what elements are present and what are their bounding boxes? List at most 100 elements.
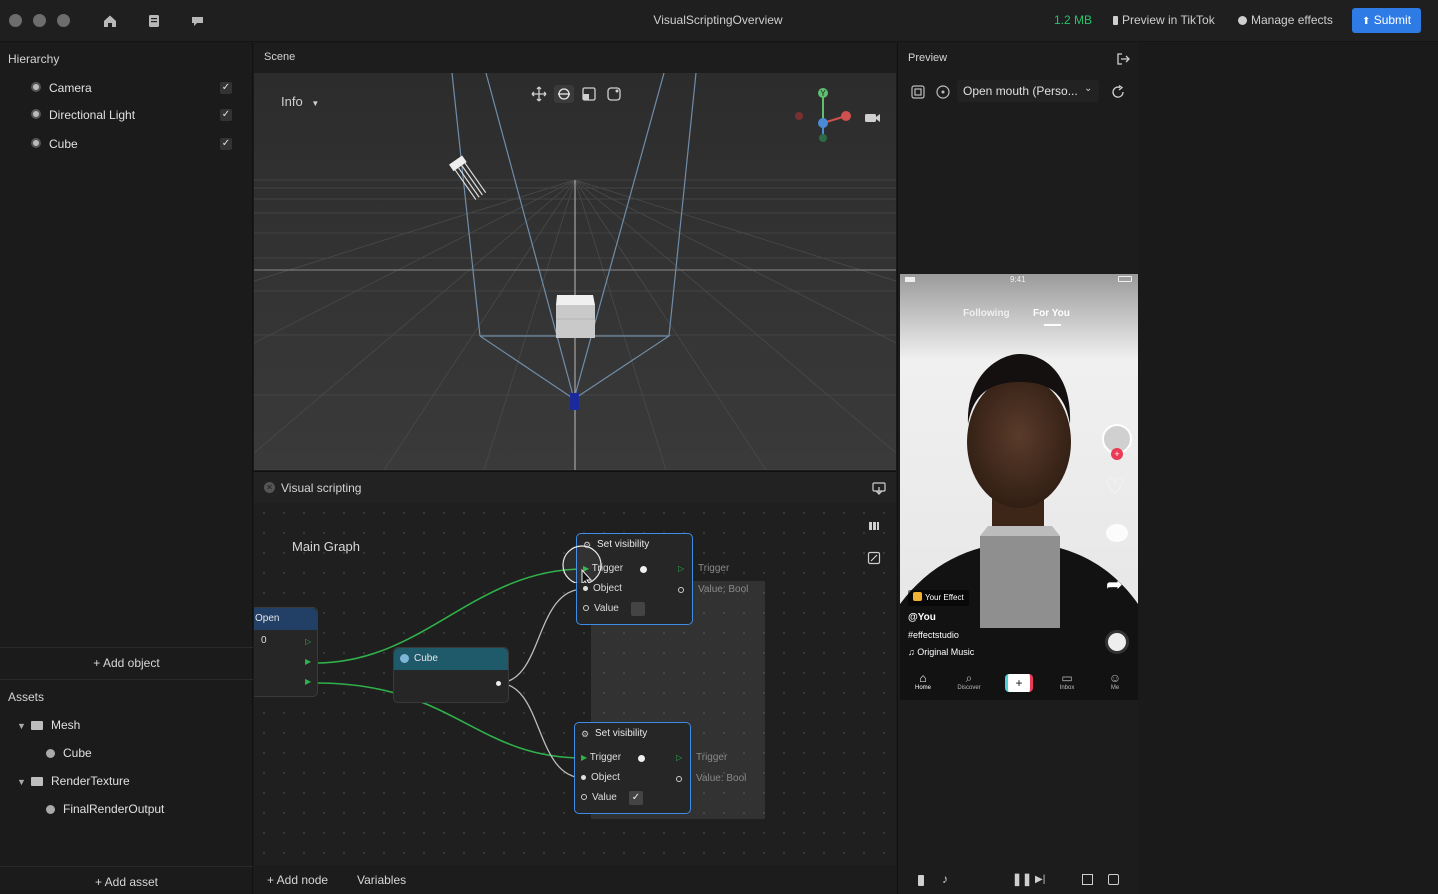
hierarchy-item-directional-light[interactable]: Directional Light ✓ [0,103,253,127]
submit-button[interactable]: ⬆ Submit [1352,8,1421,33]
asset-folder-label: Mesh [51,718,81,732]
input-port-value[interactable]: Value [581,789,617,807]
hashtag[interactable]: #effectstudio [908,630,959,640]
rotate-tool-icon[interactable] [554,85,574,103]
output-port-icon[interactable] [676,776,682,782]
document-icon[interactable] [145,12,163,30]
music-label[interactable]: ♫ Original Music [908,647,974,657]
chevron-down-icon: ⌄ [1084,83,1093,94]
orientation-gizmo[interactable]: Y [790,85,860,145]
folder-icon [31,777,43,786]
object-icon [31,82,41,92]
hierarchy-title: Hierarchy [8,52,60,66]
tab-following[interactable]: Following [963,308,1010,319]
pause-icon[interactable]: ❚❚ [1012,872,1032,886]
swap-camera-icon[interactable] [1108,874,1119,885]
device-icon[interactable] [918,875,924,886]
nav-home[interactable]: ⌂ Home [910,671,936,691]
trigger-toggle[interactable] [640,566,647,573]
add-node-button[interactable]: + Add node [267,873,328,887]
camera-object[interactable] [570,393,579,410]
cube-object[interactable] [556,295,595,338]
effect-tag[interactable]: Your Effect [908,590,969,606]
nav-discover[interactable]: ⌕ Discover [956,671,982,691]
share-icon[interactable]: ➦ [1106,572,1123,597]
minimap-icon[interactable] [868,521,880,531]
output-port-icon[interactable]: ▷ [678,564,684,573]
output-port-icon[interactable]: ▶ [305,657,311,666]
rect-tool-icon[interactable] [605,85,623,103]
nav-inbox[interactable]: ▭ Inbox [1054,671,1080,691]
node-open[interactable]: Open 0 ▷ ▶ ▶ [254,607,318,697]
camera-view-icon[interactable] [864,111,882,125]
comment-icon[interactable] [189,12,207,30]
variables-tab[interactable]: Variables [357,873,406,887]
layers-icon[interactable] [910,84,926,100]
window-minimize-button[interactable] [33,14,46,27]
comment-icon[interactable] [1106,524,1128,542]
visibility-checkbox[interactable]: ✓ [220,109,232,121]
preview-in-tiktok-button[interactable]: Preview in TikTok [1113,13,1215,27]
popout-icon[interactable] [872,481,886,495]
close-icon[interactable]: ✕ [264,482,275,493]
output-port-icon[interactable]: ▷ [305,637,311,646]
create-button[interactable]: + [1005,674,1033,692]
hierarchy-item-cube[interactable]: Cube ✓ [0,132,253,156]
home-icon[interactable] [101,12,119,30]
output-port-icon[interactable]: ▶ [305,677,311,686]
music-disc-icon[interactable] [1105,630,1129,654]
effect-dropdown[interactable]: Open mouth (Perso... ⌄ [957,80,1099,102]
input-port-value[interactable]: Value [583,600,619,618]
globe-icon [1238,16,1247,25]
value-checkbox-checked[interactable]: ✓ [629,791,643,805]
follow-plus-icon[interactable]: + [1111,448,1123,460]
scale-tool-icon[interactable] [580,85,598,103]
fit-view-icon[interactable] [867,551,881,565]
object-icon [400,654,409,663]
heart-icon[interactable]: ♡ [1105,474,1125,500]
asset-item-cube[interactable]: Cube [46,746,92,768]
move-tool-icon[interactable] [530,85,548,103]
chevron-down-icon[interactable]: ▼ [17,777,31,787]
asset-item-label: FinalRenderOutput [63,802,165,816]
trigger-toggle[interactable] [638,755,645,762]
asset-item-finalrenderoutput[interactable]: FinalRenderOutput [46,802,164,824]
phone-preview[interactable]: 9:41 Following For You + ♡ ➦ Your Effect… [900,274,1138,700]
refresh-icon[interactable] [1110,84,1126,100]
hierarchy-item-camera[interactable]: Camera ✓ [0,76,253,100]
value-checkbox[interactable] [631,602,645,616]
node-cube[interactable]: Cube [393,647,509,703]
manage-effects-button[interactable]: Manage effects [1238,13,1333,27]
output-port-icon[interactable] [678,587,684,593]
add-object-button[interactable]: + Add object [0,647,253,680]
add-asset-button[interactable]: + Add asset [0,866,253,894]
username[interactable]: @You [908,612,936,623]
visual-scripting-canvas[interactable]: Main Graph Open 0 ▷ ▶ ▶ Cube ⚙ Set visib… [254,503,896,865]
input-port-trigger[interactable]: ▶ Trigger [581,749,621,767]
output-port-icon[interactable]: ▷ [676,753,682,762]
assets-panel: Assets ▼ Mesh Cube ▼ RenderTexture FinalRe… [0,681,253,894]
port-label: Value [594,603,619,614]
chevron-down-icon[interactable]: ▼ [17,721,31,731]
node-set-visibility-2[interactable]: ⚙ Set visibility ▶ Trigger ▷ Object Valu… [574,722,691,814]
crop-icon[interactable] [1082,874,1093,885]
nav-me[interactable]: ☺ Me [1102,671,1128,691]
asset-folder-mesh[interactable]: ▼ Mesh [17,718,80,740]
step-forward-icon[interactable]: ▶| [1035,874,1045,885]
asset-folder-rendertexture[interactable]: ▼ RenderTexture [17,774,130,796]
face-icon[interactable] [935,84,951,100]
visibility-checkbox[interactable]: ✓ [220,138,232,150]
window-maximize-button[interactable] [57,14,70,27]
tiktok-icon[interactable]: ♪ [942,872,948,886]
visual-scripting-title: Visual scripting [281,481,362,495]
tab-for-you[interactable]: For You [1033,308,1070,319]
status-bar: 9:41 [900,274,1138,286]
visibility-checkbox[interactable]: ✓ [220,82,232,94]
exit-preview-icon[interactable] [1116,52,1130,66]
output-port-icon[interactable] [496,681,501,686]
scene-viewport[interactable]: Info ▼ Y [254,73,896,470]
inbox-icon: ▭ [1061,671,1073,685]
window-close-button[interactable] [9,14,22,27]
info-dropdown[interactable]: Info ▼ [281,94,319,109]
input-port-object[interactable]: Object [581,769,620,787]
